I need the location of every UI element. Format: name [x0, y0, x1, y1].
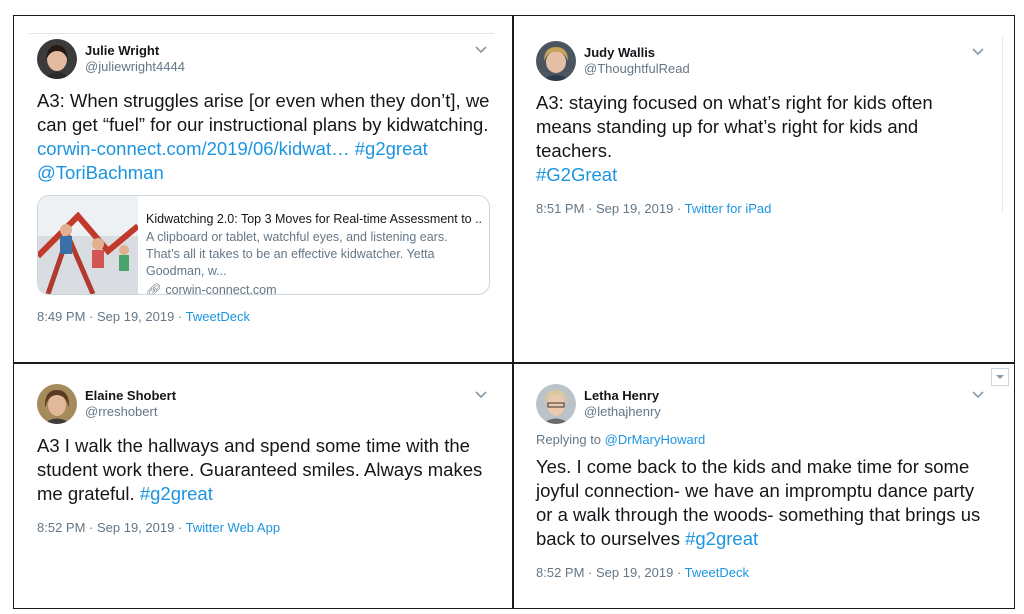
link-icon: 🔗︎: [146, 283, 162, 295]
tweet-text: A3: When struggles arise [or even when t…: [37, 90, 490, 183]
tweet-source[interactable]: TweetDeck: [685, 565, 749, 580]
timestamp[interactable]: 8:49 PM · Sep 19, 2019 ·: [37, 309, 186, 324]
tweet-meta: 8:52 PM · Sep 19, 2019 · TweetDeck: [536, 565, 987, 580]
timeline-border: [1002, 37, 1003, 212]
reply-mention-link[interactable]: @DrMaryHoward: [605, 432, 706, 447]
card-thumbnail: [38, 196, 140, 294]
hashtag-link[interactable]: #g2great: [685, 528, 758, 549]
chevron-down-icon[interactable]: [474, 45, 488, 55]
hashtag-link[interactable]: #g2great: [355, 138, 428, 159]
card-title: Kidwatching 2.0: Top 3 Moves for Real-ti…: [146, 212, 481, 226]
user-handle[interactable]: @lethajhenry: [584, 404, 661, 419]
user-handle[interactable]: @rreshobert: [85, 404, 157, 419]
timeline-border: [29, 33, 494, 34]
chevron-down-icon[interactable]: [971, 390, 985, 400]
tweet-meta: 8:51 PM · Sep 19, 2019 · Twitter for iPa…: [536, 201, 987, 216]
avatar[interactable]: [536, 384, 576, 424]
tweet-meta: 8:52 PM · Sep 19, 2019 · Twitter Web App: [37, 520, 490, 535]
user-handle[interactable]: @juliewright4444: [85, 59, 185, 74]
caret-down-icon: [996, 375, 1004, 379]
display-name[interactable]: Judy Wallis: [584, 45, 655, 60]
timestamp[interactable]: 8:52 PM · Sep 19, 2019 ·: [37, 520, 186, 535]
tweet-text: A3: staying focused on what’s right for …: [536, 92, 933, 185]
hashtag-link[interactable]: #G2Great: [536, 164, 617, 185]
avatar[interactable]: [37, 39, 77, 79]
tweet-source[interactable]: TweetDeck: [186, 309, 250, 324]
chevron-down-icon[interactable]: [474, 390, 488, 400]
display-name[interactable]: Elaine Shobert: [85, 388, 176, 403]
chevron-down-icon[interactable]: [971, 47, 985, 57]
tweet-card-judy-wallis[interactable]: Judy Wallis @ThoughtfulRead A3: staying …: [514, 17, 1013, 362]
timestamp[interactable]: 8:51 PM · Sep 19, 2019 ·: [536, 201, 685, 216]
display-name[interactable]: Julie Wright: [85, 43, 159, 58]
hashtag-link[interactable]: #g2great: [140, 483, 213, 504]
card-description: A clipboard or tablet, watchful eyes, an…: [146, 230, 448, 278]
tweet-card-letha-henry[interactable]: Letha Henry @lethajhenry Replying to @Dr…: [514, 364, 1013, 607]
avatar[interactable]: [536, 41, 576, 81]
mention-link[interactable]: @ToriBachman: [37, 162, 164, 183]
tweet-card-julie-wright[interactable]: Julie Wright @juliewright4444 A3: When s…: [15, 17, 512, 362]
tweet-link[interactable]: corwin-connect.com/2019/06/kidwat…: [37, 138, 350, 159]
tweet-card-elaine-shobert[interactable]: Elaine Shobert @rreshobert A3 I walk the…: [15, 364, 512, 607]
card-domain: 🔗︎ corwin-connect.com: [146, 283, 277, 295]
tweet-source[interactable]: Twitter Web App: [186, 520, 280, 535]
reply-context: Replying to @DrMaryHoward: [536, 432, 706, 447]
tweet-meta: 8:49 PM · Sep 19, 2019 · TweetDeck: [37, 309, 490, 324]
avatar[interactable]: [37, 384, 77, 424]
tweet-source[interactable]: Twitter for iPad: [685, 201, 772, 216]
tweet-text: A3 I walk the hallways and spend some ti…: [37, 435, 483, 504]
user-handle[interactable]: @ThoughtfulRead: [584, 61, 690, 76]
display-name[interactable]: Letha Henry: [584, 388, 659, 403]
tweet-text: Yes. I come back to the kids and make ti…: [536, 456, 981, 549]
dropdown-toggle[interactable]: [991, 368, 1009, 386]
link-preview-card[interactable]: Kidwatching 2.0: Top 3 Moves for Real-ti…: [37, 195, 490, 295]
timestamp[interactable]: 8:52 PM · Sep 19, 2019 ·: [536, 565, 685, 580]
